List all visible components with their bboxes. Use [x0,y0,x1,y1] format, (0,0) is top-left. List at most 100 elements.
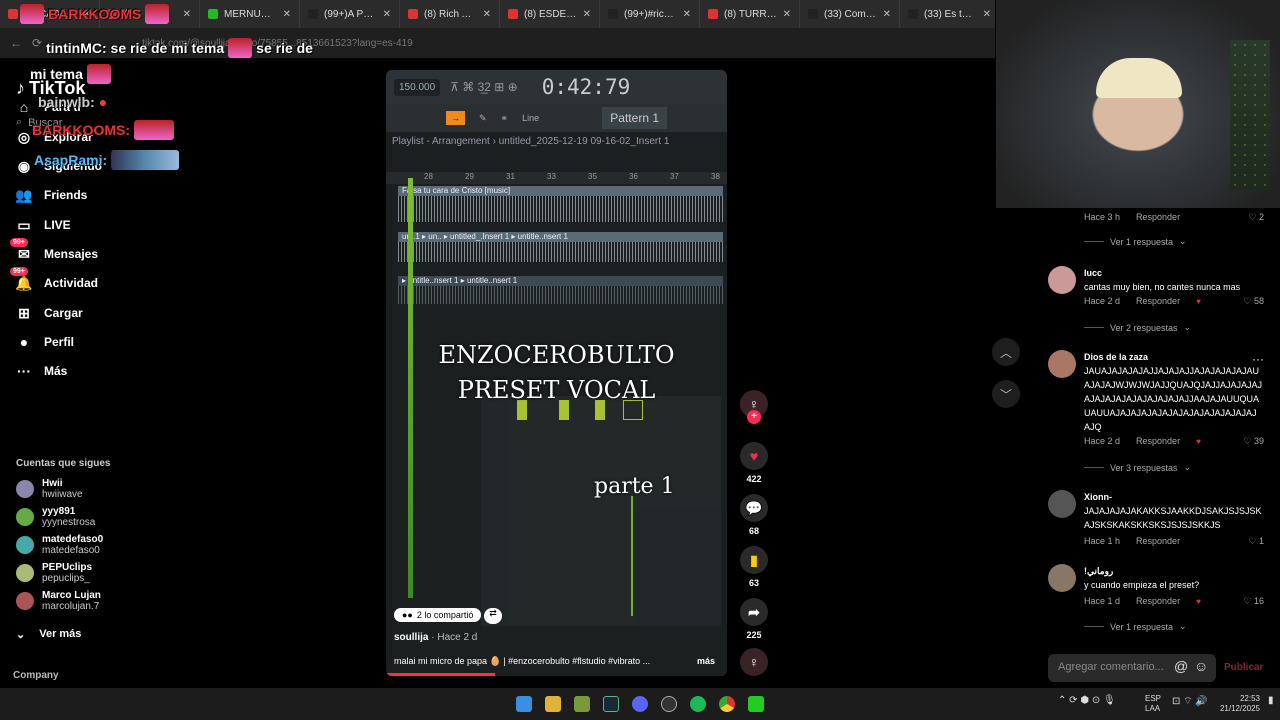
browser-tab[interactable]: (8) TURROBAB ✕ [700,0,800,28]
browser-tab[interactable]: (33) Es tend ✕ [900,0,995,28]
fl-studio-icon[interactable] [574,696,590,712]
chevron-down-icon: ⌄ [1183,322,1192,332]
comment-button[interactable]: 💬 68 [738,494,770,536]
mention-icon[interactable]: @ [1174,658,1188,674]
avatar[interactable] [1048,266,1076,294]
following-account[interactable]: Marco Lujan marcolujan.7 [16,590,101,612]
avatar[interactable] [1048,490,1076,518]
next-video-button[interactable]: ﹀ [992,380,1020,408]
sidebar-item[interactable]: 99+ 🔔 Actividad [10,267,98,291]
comment-input[interactable]: Agregar comentario... [1048,654,1216,682]
sidebar-item[interactable]: ● Perfil [16,334,74,350]
following-account[interactable]: matedefaso0 matedefaso0 [16,534,103,556]
comment-icon: 💬 [740,494,768,522]
reply-button[interactable]: Responder [1136,596,1180,606]
heart-icon: ♥ [740,442,768,470]
post-comment-button[interactable]: Publicar [1224,662,1263,673]
browser-tab[interactable]: (99+)A Parense ✕ [300,0,400,28]
close-icon[interactable]: ✕ [283,9,291,20]
close-icon[interactable]: ✕ [983,9,991,20]
view-replies-button[interactable]: Ver 1 respuesta ⌄ [1084,236,1187,247]
video-progress-bar[interactable] [386,673,496,676]
avatar[interactable] [1048,564,1076,592]
caption-more-button[interactable]: más [697,656,715,666]
chevron-down-icon: ⌄ [1183,462,1192,472]
kick-icon[interactable] [748,696,764,712]
following-account[interactable]: PEPUclips pepuclips_ [16,562,92,584]
sidebar-item[interactable]: ▭ LIVE [16,217,70,233]
comment-author[interactable]: Dios de la zaza [1084,352,1148,362]
language-indicator[interactable]: ESP LAA [1145,694,1161,714]
see-more-button[interactable]: ⌄ Ver más [16,628,81,641]
following-account[interactable]: Hwii hwiiwave [16,478,83,500]
system-status-icons[interactable]: ⊡ ⌔ 🔊 [1172,697,1208,707]
browser-tab[interactable]: (33) Comunida ✕ [800,0,900,28]
video-player[interactable]: 150.000 ⊼ ⌘ 3̲2 ⊞ ⊕ 0:42:79 → ✎ ⚭ Line P… [386,70,727,676]
repost-icon[interactable]: ⇄ [484,608,502,624]
comment-author[interactable]: lucc [1084,268,1102,278]
shared-badge[interactable]: ●● 2 lo compartió [394,608,482,622]
share-button[interactable]: ➦ 225 [738,598,770,640]
emoji-icon[interactable]: ☺ [1194,658,1208,674]
comment-like-button[interactable]: ♡ 2 [1248,212,1264,223]
reply-button[interactable]: Responder [1136,436,1180,446]
close-icon[interactable]: ✕ [883,9,891,20]
file-explorer-icon[interactable] [545,696,561,712]
company-link[interactable]: Company [13,670,59,681]
reply-button[interactable]: Responder [1136,212,1180,222]
video-title-line: ENZOCEROBULTO [438,341,675,369]
comment-like-button[interactable]: ♡ 1 [1248,536,1264,547]
comment-author[interactable]: Xionn- [1084,492,1112,502]
following-account[interactable]: yyy891 yyynestrosa [16,506,95,528]
comment-meta: Hace 2 d Responder ♥ [1084,436,1201,446]
chrome-icon[interactable] [719,696,735,712]
discord-icon[interactable] [632,696,648,712]
sidebar-item[interactable]: 👥 Friends [15,187,87,203]
author-name: soullija [394,632,429,643]
tray-icons[interactable]: ⌃ ⟳ ⬢ ⊙ 🎙 [1058,696,1116,706]
steam-icon[interactable] [603,696,619,712]
comment-author[interactable]: !روماني [1084,566,1113,577]
music-disc[interactable]: ♀ [738,648,770,680]
sidebar-item[interactable]: ··· Más [16,363,67,379]
back-icon[interactable]: ← [10,36,22,50]
close-icon[interactable]: ✕ [183,9,191,20]
follow-plus-icon[interactable]: + [747,410,761,424]
view-replies-label: Ver 3 respuestas [1110,462,1178,473]
save-button[interactable]: ▮ 63 [738,546,770,588]
spotify-icon[interactable] [690,696,706,712]
reply-button[interactable]: Responder [1136,536,1180,546]
close-icon[interactable]: ✕ [683,9,691,20]
comment-like-button[interactable]: ♡ 39 [1243,436,1264,447]
obs-icon[interactable] [661,696,677,712]
view-replies-button[interactable]: Ver 1 respuesta ⌄ [1084,621,1187,632]
creator-avatar[interactable]: ♀ + [738,390,770,424]
reload-icon[interactable]: ⟳ [32,36,42,50]
windows-start-icon[interactable] [516,696,532,712]
close-icon[interactable]: ✕ [583,9,591,20]
previous-video-button[interactable]: ︿ [992,338,1020,366]
video-author[interactable]: soullija · Hace 2 d [394,632,477,643]
more-options-icon[interactable]: ··· [1252,352,1264,366]
view-replies-button[interactable]: Ver 3 respuestas ⌄ [1084,462,1191,473]
tiktok-note-icon: ♪ [16,78,25,98]
reply-button[interactable]: Responder [1136,296,1180,306]
view-replies-label: Ver 1 respuesta [1110,236,1174,247]
browser-tab[interactable]: (8) ESDEEKID ✕ [500,0,600,28]
sidebar-item[interactable]: 99+ ✉ Mensajes [10,238,98,262]
close-icon[interactable]: ✕ [783,9,791,20]
view-replies-button[interactable]: Ver 2 respuestas ⌄ [1084,322,1191,333]
icon-glyph: ◉ [17,157,31,174]
comment-like-button[interactable]: ♡ 16 [1243,596,1264,607]
browser-tab[interactable]: MERNUEL Stre ✕ [200,0,300,28]
browser-tab[interactable]: (99+)#richmon ✕ [600,0,700,28]
browser-tab[interactable]: (8) Rich Amiri ✕ [400,0,500,28]
notification-icon[interactable]: ▮ [1268,696,1274,706]
clock[interactable]: 22:53 21/12/2025 [1214,694,1260,714]
sidebar-item[interactable]: ⊞ Cargar [16,305,83,321]
close-icon[interactable]: ✕ [483,9,491,20]
like-button[interactable]: ♥ 422 [738,442,770,484]
avatar[interactable] [1048,350,1076,378]
close-icon[interactable]: ✕ [383,9,391,20]
comment-like-button[interactable]: ♡ 58 [1243,296,1264,307]
